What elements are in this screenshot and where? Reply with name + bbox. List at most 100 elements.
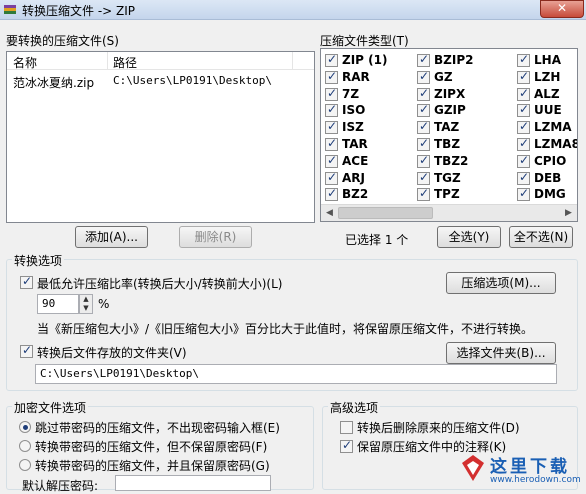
add-button[interactable]: 添加(A)... xyxy=(75,226,148,248)
type-label: GZ xyxy=(434,69,453,84)
type-label: ARJ xyxy=(342,170,365,185)
type-label: LZMA86 xyxy=(534,137,577,151)
site-watermark: 这里下载 www.herodown.com xyxy=(460,451,581,489)
archives-list[interactable]: 名称 路径 范冰冰夏纳.zip C:\Users\LP0191\Desktop\ xyxy=(6,51,315,223)
encrypt-options-title: 加密文件选项 xyxy=(12,399,89,416)
convert-no-password-radio[interactable] xyxy=(19,440,31,452)
delete-original-checkbox[interactable] xyxy=(340,421,353,434)
advanced-options-title: 高级选项 xyxy=(328,399,381,416)
types-horizontal-scrollbar[interactable]: ◀ ▶ xyxy=(321,204,577,221)
ratio-unit: % xyxy=(98,297,110,311)
type-label: DMG xyxy=(534,187,566,202)
type-checkbox[interactable]: ✓ xyxy=(325,136,338,151)
choose-folder-button[interactable]: 选择文件夹(B)... xyxy=(446,342,556,364)
column-name-header[interactable]: 名称 xyxy=(13,54,37,71)
type-label: ALZ xyxy=(534,86,560,101)
close-icon: ✕ xyxy=(556,1,568,15)
type-checkbox[interactable]: ✓ xyxy=(417,102,430,118)
type-checkbox[interactable]: ✓ xyxy=(517,52,530,67)
type-checkbox[interactable]: ✓ xyxy=(417,153,430,168)
type-checkbox[interactable]: ✓ xyxy=(517,119,530,135)
watermark-logo-icon xyxy=(462,455,484,481)
type-label: TAR xyxy=(342,137,368,151)
type-label: LHA xyxy=(534,53,561,67)
type-checkbox[interactable]: ✓ xyxy=(517,186,530,202)
type-checkbox[interactable]: ✓ xyxy=(417,52,430,67)
min-ratio-label: 最低允许压缩比率(转换后大小/转换前大小)(L) xyxy=(37,277,283,291)
type-checkbox[interactable]: ✓ xyxy=(325,69,338,84)
type-checkbox[interactable]: ✓ xyxy=(417,86,430,101)
type-label: RAR xyxy=(342,69,370,84)
min-ratio-checkbox[interactable]: ✓ xyxy=(20,274,33,289)
type-checkbox[interactable]: ✓ xyxy=(325,186,338,202)
type-checkbox[interactable]: ✓ xyxy=(517,153,530,168)
type-checkbox[interactable]: ✓ xyxy=(517,102,530,118)
type-checkbox[interactable]: ✓ xyxy=(517,170,530,185)
folder-input[interactable]: C:\Users\LP0191\Desktop\ xyxy=(35,364,557,384)
stepper-down-icon[interactable]: ▼ xyxy=(80,304,92,313)
ratio-stepper[interactable]: ▲ ▼ xyxy=(79,294,93,314)
archive-path: C:\Users\LP0191\Desktop\ xyxy=(113,74,272,87)
ratio-input[interactable]: 90 xyxy=(37,294,79,314)
skip-encrypted-radio[interactable] xyxy=(19,421,31,433)
convert-no-password-label: 转换带密码的压缩文件，但不保留原密码(F) xyxy=(35,440,268,454)
types-label: 压缩文件类型(T) xyxy=(320,34,409,48)
type-checkbox[interactable]: ✓ xyxy=(517,69,530,84)
type-label: BZIP2 xyxy=(434,53,474,67)
convert-keep-password-label: 转换带密码的压缩文件，并且保留原密码(G) xyxy=(35,459,270,473)
type-checkbox[interactable]: ✓ xyxy=(517,136,530,151)
type-label: GZIP xyxy=(434,103,466,118)
archives-label: 要转换的压缩文件(S) xyxy=(6,34,119,48)
scroll-right-icon[interactable]: ▶ xyxy=(560,205,577,221)
scroll-left-icon[interactable]: ◀ xyxy=(321,205,338,221)
delete-original-label: 转换后删除原来的压缩文件(D) xyxy=(357,421,520,435)
type-label: LZMA xyxy=(534,120,572,135)
type-label: TBZ xyxy=(434,137,461,151)
types-list[interactable]: ✓ ZIP (1) ✓ RAR ✓ 7Z ✓ ISO ✓ ISZ ✓ TAR ✓ ACE ✓ ARJ ✓ BZ2 ✓… xyxy=(320,48,578,222)
column-path-header[interactable]: 路径 xyxy=(113,54,137,71)
type-checkbox[interactable]: ✓ xyxy=(325,86,338,101)
window-title: 转换压缩文件 -> ZIP xyxy=(22,4,136,18)
type-checkbox[interactable]: ✓ xyxy=(417,170,430,185)
type-label: 7Z xyxy=(342,86,360,101)
folder-checkbox[interactable]: ✓ xyxy=(20,343,33,358)
watermark-url: www.herodown.com xyxy=(490,475,581,485)
default-password-input[interactable] xyxy=(115,475,271,491)
type-label: TAZ xyxy=(434,120,460,135)
type-checkbox[interactable]: ✓ xyxy=(517,86,530,101)
type-checkbox[interactable]: ✓ xyxy=(325,170,338,185)
convert-keep-password-radio[interactable] xyxy=(19,459,31,471)
type-checkbox[interactable]: ✓ xyxy=(325,102,338,118)
type-label: CPIO xyxy=(534,153,567,168)
table-row[interactable]: 范冰冰夏纳.zip C:\Users\LP0191\Desktop\ xyxy=(7,72,314,90)
type-checkbox[interactable]: ✓ xyxy=(417,136,430,151)
default-password-label: 默认解压密码: xyxy=(22,479,99,493)
deselect-all-button[interactable]: 全不选(N) xyxy=(509,226,573,248)
convert-options-title: 转换选项 xyxy=(12,252,65,269)
select-all-button[interactable]: 全选(Y) xyxy=(437,226,501,248)
type-label: DEB xyxy=(534,170,562,185)
archive-name: 范冰冰夏纳.zip xyxy=(13,76,95,90)
type-label: ACE xyxy=(342,153,369,168)
skip-encrypted-label: 跳过带密码的压缩文件，不出现密码输入框(E) xyxy=(35,421,280,435)
type-label: TPZ xyxy=(434,187,460,202)
compress-options-button[interactable]: 压缩选项(M)... xyxy=(446,272,556,294)
type-checkbox[interactable]: ✓ xyxy=(417,119,430,135)
type-label: LZH xyxy=(534,69,561,84)
type-checkbox[interactable]: ✓ xyxy=(325,153,338,168)
type-checkbox[interactable]: ✓ xyxy=(325,119,338,135)
type-checkbox[interactable]: ✓ xyxy=(417,69,430,84)
type-checkbox[interactable]: ✓ xyxy=(325,52,338,67)
archive-app-icon xyxy=(4,5,16,14)
type-label: ISO xyxy=(342,103,366,118)
delete-button[interactable]: 删除(R) xyxy=(179,226,252,248)
type-checkbox[interactable]: ✓ xyxy=(417,186,430,202)
type-label: ZIPX xyxy=(434,86,466,101)
keep-comment-checkbox[interactable]: ✓ xyxy=(340,438,353,453)
scrollbar-thumb[interactable] xyxy=(338,207,433,219)
folder-label: 转换后文件存放的文件夹(V) xyxy=(37,346,187,360)
type-label: TGZ xyxy=(434,170,461,185)
watermark-text: 这里下载 xyxy=(490,457,570,477)
stepper-up-icon[interactable]: ▲ xyxy=(80,295,92,304)
close-button[interactable]: ✕ xyxy=(540,0,584,18)
